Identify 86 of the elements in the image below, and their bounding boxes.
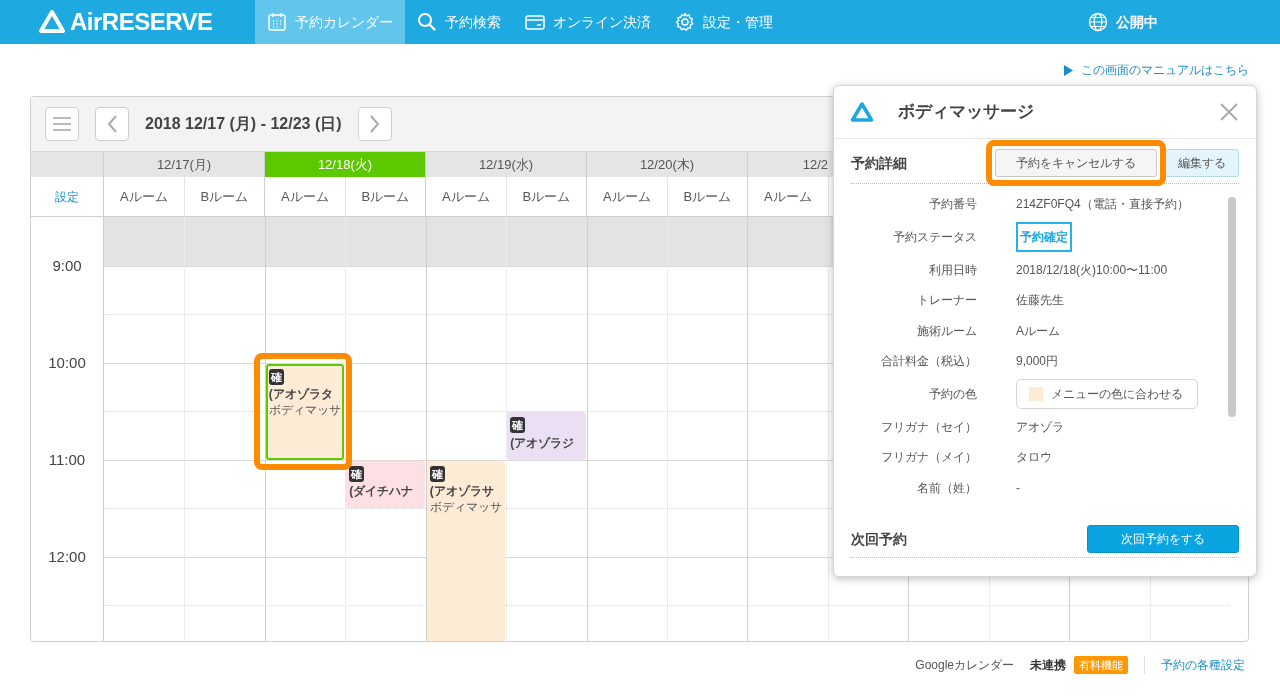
settings-link[interactable]: 設定 — [55, 187, 79, 206]
field-label: トレーナー — [916, 292, 977, 310]
link-status: 未連携 — [1030, 657, 1066, 674]
reservation-block[interactable]: 確 (アオゾラサ ボディマッサ — [426, 460, 506, 641]
chevron-left-icon — [106, 114, 118, 134]
globe-icon — [1088, 12, 1108, 32]
reservation-settings-link[interactable]: 予約の各種設定 — [1161, 656, 1245, 674]
customer-name: (アオゾラタ — [268, 386, 334, 403]
status-badge: 確 — [510, 417, 526, 433]
day-header: 12/2 — [801, 156, 828, 174]
section-title: 次回予約 — [851, 529, 907, 549]
field-label: フリガナ（セイ） — [880, 418, 977, 436]
next-week-button[interactable] — [357, 107, 392, 141]
field-value: 2018/12/18(火)10:00〜11:00 — [1016, 261, 1168, 279]
paid-feature-tag: 有料機能 — [1074, 655, 1128, 675]
field-label: フリガナ（メイ） — [880, 449, 977, 467]
time-label: 9:00 — [51, 255, 83, 276]
room-header: Aルーム — [747, 177, 828, 216]
app-logo[interactable]: AirRESERVE — [38, 4, 213, 40]
room-header: Aルーム — [264, 177, 345, 216]
calendar-icon — [266, 12, 287, 32]
field-value: アオゾラ — [1016, 418, 1064, 436]
next-reservation-button[interactable]: 次回予約をする — [1087, 525, 1239, 553]
field-value: 9,000円 — [1016, 353, 1059, 371]
reservation-block[interactable]: 確 (アオゾラジ — [507, 412, 586, 460]
date-range: 2018 12/17 (月) - 12/23 (日) — [145, 114, 342, 134]
customer-name: (アオゾラサ — [429, 483, 495, 500]
menu-name: ボディマッサ — [268, 403, 342, 418]
reservation-block[interactable]: 確 (アオゾラタ ボディマッサ — [265, 363, 345, 460]
status-badge: 確 — [429, 465, 445, 482]
nav-tab[interactable]: オンライン決済 — [512, 0, 663, 44]
search-icon — [416, 12, 437, 32]
field-value: - — [1016, 479, 1020, 497]
field-value: 214ZF0FQ4（電話・直接予約） — [1016, 196, 1189, 214]
field-label: 合計料金（税込） — [880, 353, 977, 371]
nav-tab[interactable]: 予約カレンダー — [254, 0, 405, 44]
field-value: 佐藤先生 — [1016, 292, 1064, 310]
room-header: Bルーム — [505, 177, 586, 216]
card-icon — [524, 12, 545, 32]
room-header: Bルーム — [183, 177, 264, 216]
room-header: Bルーム — [666, 177, 747, 216]
status-badge: 確 — [268, 368, 284, 385]
time-label: 12:00 — [47, 546, 87, 567]
customer-name: (アオゾラジ — [510, 434, 576, 452]
edit-button[interactable]: 編集する — [1165, 149, 1239, 177]
field-value: Aルーム — [1016, 322, 1060, 340]
day-header: 12/20(木) — [586, 152, 747, 177]
close-icon[interactable] — [1218, 101, 1240, 123]
reservation-block[interactable]: 確 (ダイチハナ — [346, 460, 425, 508]
field-label: 施術ルーム — [916, 322, 977, 340]
section-title: 予約詳細 — [851, 153, 907, 173]
menu-icon — [52, 116, 72, 132]
time-label: 11:00 — [47, 449, 87, 470]
room-header: Aルーム — [586, 177, 667, 216]
field-label: 利用日時 — [928, 261, 977, 279]
google-calendar-label: Googleカレンダー — [915, 657, 1014, 674]
field-label: 名前（姓） — [916, 479, 977, 497]
customer-name: (ダイチハナ — [349, 483, 415, 500]
manual-link[interactable]: この画面のマニュアルはこちら — [1081, 61, 1249, 79]
nav-tab[interactable]: 設定・管理 — [662, 0, 785, 44]
room-header: Aルーム — [425, 177, 506, 216]
room-header: Aルーム — [103, 177, 184, 216]
menu-name: ボディマッサ — [429, 500, 503, 515]
gear-icon — [674, 12, 695, 32]
previous-week-button[interactable] — [95, 107, 129, 141]
field-label: 予約ステータス — [892, 229, 977, 246]
menu-button[interactable] — [45, 107, 79, 141]
nav-tab[interactable]: 予約検索 — [404, 0, 513, 44]
scrollbar[interactable] — [1228, 197, 1236, 417]
room-header: Bルーム — [344, 177, 425, 216]
play-icon — [1064, 64, 1073, 76]
field-value: タロウ — [1016, 449, 1052, 467]
color-select[interactable]: メニューの色に合わせる — [1016, 379, 1198, 409]
chevron-right-icon — [368, 114, 381, 134]
triangle-icon — [38, 9, 66, 35]
day-header: 12/18(火) — [264, 152, 425, 177]
field-label: 予約の色 — [928, 386, 977, 403]
publish-status[interactable]: 公開中 — [1076, 0, 1170, 44]
popup-title: ボディマッサージ — [898, 101, 1034, 124]
day-header: 12/19(水) — [425, 152, 586, 177]
time-label: 10:00 — [47, 352, 87, 373]
status-tag: 予約確定 — [1016, 222, 1072, 252]
triangle-icon — [850, 101, 874, 123]
status-badge: 確 — [349, 465, 365, 482]
cancel-button[interactable]: 予約をキャンセルする — [995, 149, 1157, 177]
field-label: 予約番号 — [928, 196, 977, 214]
